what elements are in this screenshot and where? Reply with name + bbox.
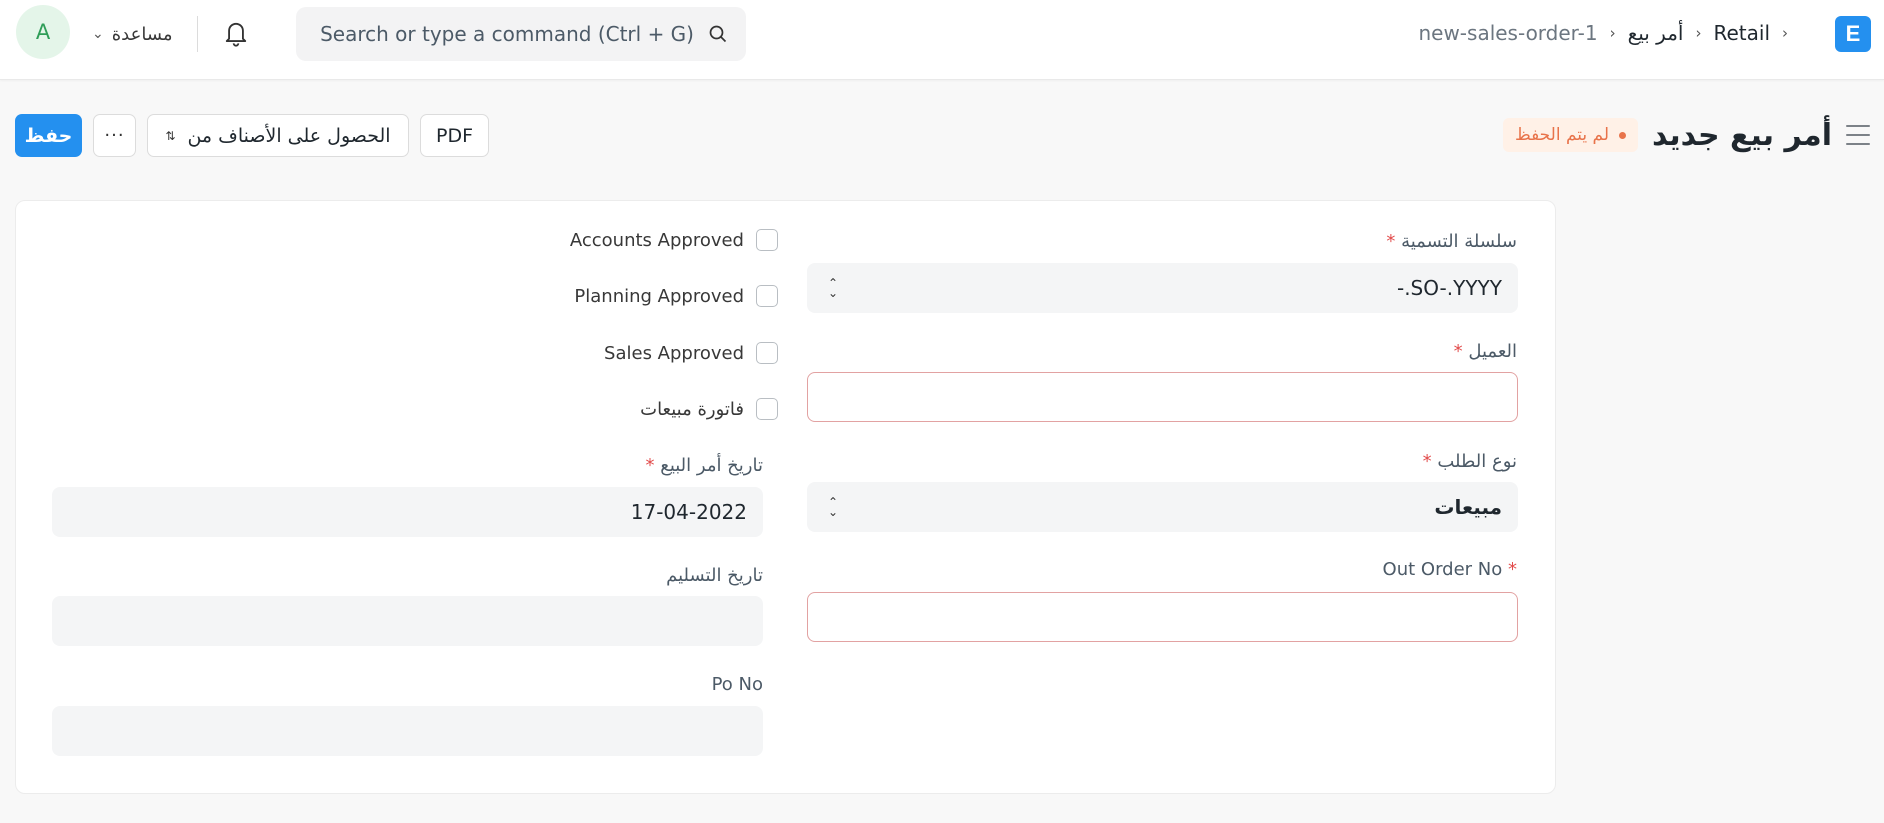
updown-chevron-icon: ⌃ ⌄ [827, 495, 839, 519]
po-no-label: Po No [711, 674, 763, 695]
transaction-date-input[interactable]: 17-04-2022 [52, 487, 763, 537]
sidebar-toggle-icon[interactable] [1846, 125, 1870, 145]
planning-approved-checkbox-row[interactable]: Planning Approved [316, 283, 778, 309]
accounts-approved-checkbox-row[interactable]: Accounts Approved [316, 227, 778, 253]
delivery-date-input[interactable] [52, 596, 763, 646]
sales-approved-checkbox-row[interactable]: Sales Approved [316, 340, 778, 366]
help-label: مساعدة [111, 23, 173, 45]
checkbox-label: فاتورة مبيعات [640, 398, 744, 420]
accounts-approved-checkbox[interactable] [756, 229, 778, 251]
search-placeholder: Search or type a command (Ctrl + G) [320, 22, 694, 46]
help-dropdown[interactable]: مساعدة ⌄ [92, 20, 173, 48]
page-title: أمر بيع جديد [1652, 117, 1832, 153]
chevron-right-icon: › [1782, 24, 1788, 42]
order-type-label: نوع الطلب * [1422, 451, 1517, 472]
transaction-date-label: تاريخ أمر البيع * [645, 455, 764, 476]
naming-series-label: سلسلة التسمية * [1386, 231, 1517, 252]
breadcrumb-sales-order[interactable]: أمر بيع [1628, 21, 1684, 45]
order-type-select[interactable]: ⌃ ⌄ مبيعات [807, 482, 1518, 532]
chevron-right-icon: › [1609, 24, 1616, 42]
chevron-right-icon: › [1695, 24, 1702, 42]
pdf-button[interactable]: PDF [420, 114, 489, 157]
sales-approved-checkbox[interactable] [756, 342, 778, 364]
out-order-no-input[interactable] [807, 592, 1518, 642]
page-title-area: أمر بيع جديد لم يتم الحفظ [1502, 112, 1870, 158]
breadcrumb-current[interactable]: new-sales-order-1 [1418, 21, 1597, 45]
checkbox-label: Sales Approved [604, 342, 744, 364]
po-no-input[interactable] [52, 706, 763, 756]
planning-approved-checkbox[interactable] [756, 285, 778, 307]
avatar[interactable]: A [16, 5, 70, 59]
navbar-divider [197, 16, 198, 52]
notification-bell-icon[interactable] [222, 18, 250, 48]
save-button[interactable]: حفظ [15, 114, 82, 157]
breadcrumb: new-sales-order-1 › أمر بيع › Retail › [1418, 18, 1788, 48]
form-card: سلسلة التسمية * ⌃ ⌄ -.SO-.YYYY العميل * ن… [15, 200, 1556, 794]
customer-label: العميل * [1453, 341, 1517, 362]
updown-chevron-icon: ⇅ [165, 128, 176, 143]
checkbox-label: Accounts Approved [569, 229, 744, 251]
checkbox-label: Planning Approved [574, 285, 744, 307]
customer-input[interactable] [807, 372, 1518, 422]
get-items-from-label: الحصول على الأصناف من [187, 124, 391, 147]
sales-invoice-checkbox[interactable] [756, 398, 778, 420]
sales-invoice-checkbox-row[interactable]: فاتورة مبيعات [316, 396, 778, 422]
status-badge: لم يتم الحفظ [1502, 118, 1639, 152]
get-items-from-button[interactable]: الحصول على الأصناف من ⇅ [147, 114, 409, 157]
status-dot-icon [1619, 131, 1627, 139]
search-icon [709, 25, 727, 43]
status-text: لم يتم الحفظ [1514, 125, 1610, 145]
breadcrumb-retail[interactable]: Retail [1713, 21, 1770, 45]
chevron-down-icon: ⌄ [92, 26, 104, 42]
search-bar[interactable]: Search or type a command (Ctrl + G) [296, 7, 746, 61]
delivery-date-label: تاريخ التسليم [666, 565, 763, 586]
navbar: A مساعدة ⌄ Search or type a command (Ctr… [0, 0, 1884, 80]
out-order-no-label: * Out Order No [1382, 559, 1517, 580]
naming-series-select[interactable]: ⌃ ⌄ -.SO-.YYYY [807, 263, 1518, 313]
app-logo[interactable]: E [1835, 16, 1871, 52]
updown-chevron-icon: ⌃ ⌄ [827, 276, 839, 300]
more-actions-button[interactable]: ··· [93, 114, 136, 157]
